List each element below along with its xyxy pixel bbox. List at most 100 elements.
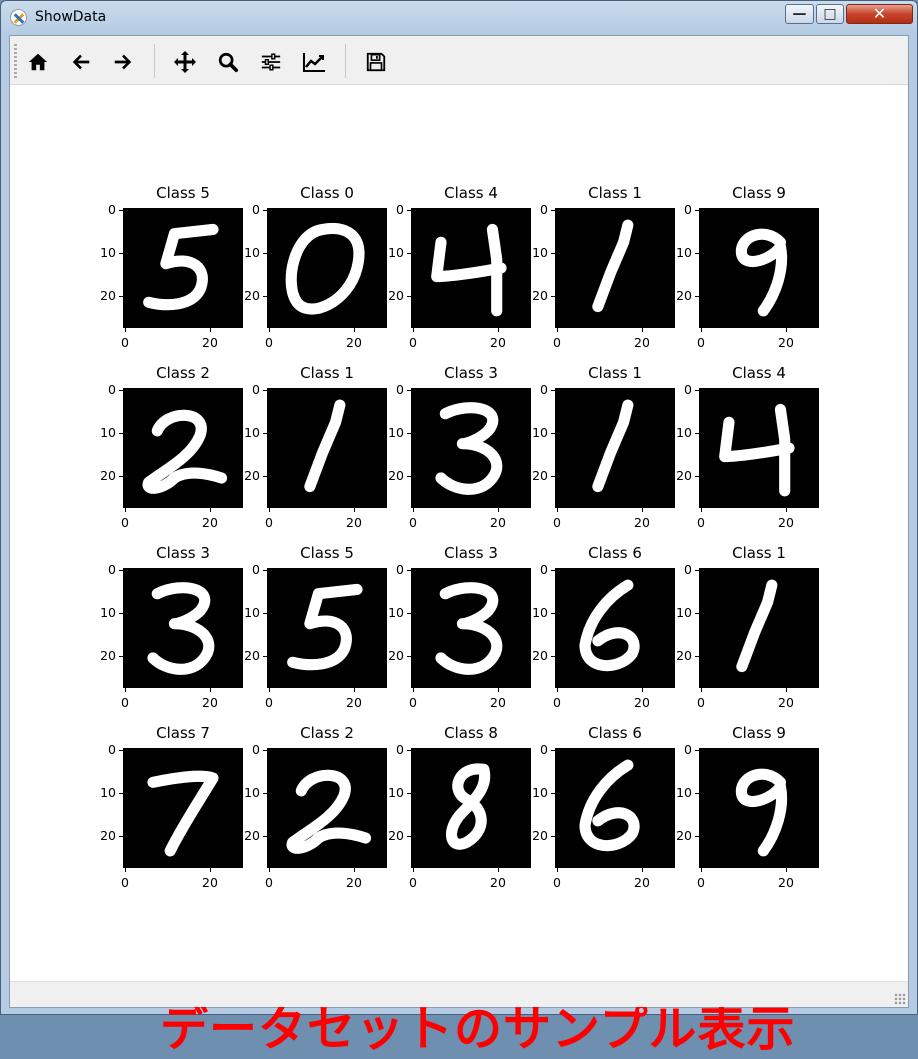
- digit-image: [555, 748, 675, 868]
- y-tick-label: 0: [108, 562, 116, 577]
- digit-glyph: [736, 579, 778, 673]
- y-tick-label: 0: [396, 382, 404, 397]
- y-tick-label: 0: [540, 382, 548, 397]
- digit-image: [411, 748, 531, 868]
- x-tick-label: 20: [634, 695, 650, 710]
- pan-button[interactable]: [169, 46, 201, 78]
- y-tick-label: 10: [388, 425, 404, 440]
- y-tick-label: 20: [100, 288, 116, 303]
- zoom-button[interactable]: [212, 46, 244, 78]
- y-tick-mark: [407, 476, 411, 477]
- y-tick-label: 20: [100, 648, 116, 663]
- y-tick-label: 10: [388, 785, 404, 800]
- configure-subplots-button[interactable]: [255, 46, 287, 78]
- subplot-title: Class 4: [444, 184, 498, 202]
- x-tick-label: 20: [778, 515, 794, 530]
- y-tick-mark: [119, 570, 123, 571]
- y-tick-label: 0: [540, 202, 548, 217]
- y-tick-mark: [263, 253, 267, 254]
- digit-image: [267, 748, 387, 868]
- x-tick-mark: [642, 868, 643, 872]
- digit-image: [699, 208, 819, 328]
- y-tick-mark: [551, 296, 555, 297]
- y-tick-mark: [119, 210, 123, 211]
- y-tick-label: 0: [540, 562, 548, 577]
- digit-glyph: [286, 769, 372, 854]
- digit-glyph: [719, 403, 795, 497]
- digit-image: [123, 208, 243, 328]
- y-tick-mark: [407, 793, 411, 794]
- x-tick-label: 20: [202, 695, 218, 710]
- y-tick-label: 10: [244, 425, 260, 440]
- digit-glyph: [592, 399, 634, 493]
- title-bar[interactable]: ShowData — □ ✕: [1, 1, 917, 35]
- y-tick-mark: [551, 253, 555, 254]
- y-tick-mark: [263, 656, 267, 657]
- x-tick-label: 0: [409, 875, 417, 890]
- x-tick-mark: [125, 328, 126, 332]
- x-tick-label: 0: [121, 335, 129, 350]
- x-tick-mark: [210, 328, 211, 332]
- x-tick-mark: [786, 328, 787, 332]
- y-tick-mark: [263, 836, 267, 837]
- y-tick-mark: [119, 476, 123, 477]
- toolbar-grip[interactable]: [14, 44, 17, 78]
- edit-axis-button[interactable]: [298, 46, 330, 78]
- x-tick-mark: [701, 508, 702, 512]
- digit-glyph: [445, 763, 491, 850]
- window-title: ShowData: [35, 9, 107, 25]
- x-tick-label: 20: [778, 695, 794, 710]
- y-tick-label: 20: [388, 648, 404, 663]
- x-tick-label: 20: [490, 335, 506, 350]
- y-tick-mark: [263, 750, 267, 751]
- subplot-title: Class 9: [732, 184, 786, 202]
- x-tick-mark: [210, 688, 211, 692]
- y-tick-label: 0: [684, 742, 692, 757]
- app-window: ShowData — □ ✕ データセットのサンプル表示 Class 5 0 1…: [0, 0, 918, 1057]
- y-tick-mark: [695, 750, 699, 751]
- figure-canvas[interactable]: データセットのサンプル表示 Class 5 0 10 20 0 20 Class 0 0 10 2…: [10, 85, 908, 1057]
- forward-button[interactable]: [107, 46, 139, 78]
- y-tick-label: 10: [244, 245, 260, 260]
- x-tick-mark: [642, 328, 643, 332]
- app-icon: [10, 9, 27, 26]
- y-tick-label: 0: [684, 382, 692, 397]
- x-tick-label: 20: [346, 695, 362, 710]
- back-button[interactable]: [65, 46, 97, 78]
- subplot-title: Class 0: [300, 184, 354, 202]
- y-tick-mark: [263, 390, 267, 391]
- subplot-title: Class 4: [732, 364, 786, 382]
- y-tick-mark: [407, 433, 411, 434]
- y-tick-label: 0: [108, 382, 116, 397]
- x-tick-label: 20: [346, 335, 362, 350]
- maximize-button[interactable]: □: [816, 4, 844, 24]
- y-tick-label: 20: [676, 288, 692, 303]
- minimize-icon: —: [792, 6, 807, 22]
- client-area: データセットのサンプル表示 Class 5 0 10 20 0 20 Class 0 0 10 2…: [9, 35, 909, 1057]
- y-tick-mark: [119, 253, 123, 254]
- digit-glyph: [147, 770, 219, 857]
- x-tick-mark: [557, 868, 558, 872]
- x-tick-mark: [354, 868, 355, 872]
- y-tick-label: 10: [100, 785, 116, 800]
- y-tick-label: 0: [108, 202, 116, 217]
- close-button[interactable]: ✕: [846, 4, 913, 24]
- y-tick-mark: [695, 253, 699, 254]
- digit-image: [411, 388, 531, 508]
- y-tick-mark: [263, 210, 267, 211]
- minimize-button[interactable]: —: [785, 4, 814, 24]
- y-tick-label: 10: [244, 785, 260, 800]
- home-button[interactable]: [22, 46, 54, 78]
- save-button[interactable]: [360, 46, 392, 78]
- y-tick-label: 20: [388, 288, 404, 303]
- subplot-title: Class 1: [300, 364, 354, 382]
- x-tick-label: 0: [697, 335, 705, 350]
- resize-grip-icon[interactable]: [894, 993, 906, 1005]
- y-tick-label: 20: [676, 648, 692, 663]
- y-tick-mark: [695, 210, 699, 211]
- y-tick-mark: [119, 750, 123, 751]
- subplot-title: Class 1: [588, 184, 642, 202]
- y-tick-mark: [695, 570, 699, 571]
- x-tick-label: 0: [121, 695, 129, 710]
- y-tick-mark: [551, 613, 555, 614]
